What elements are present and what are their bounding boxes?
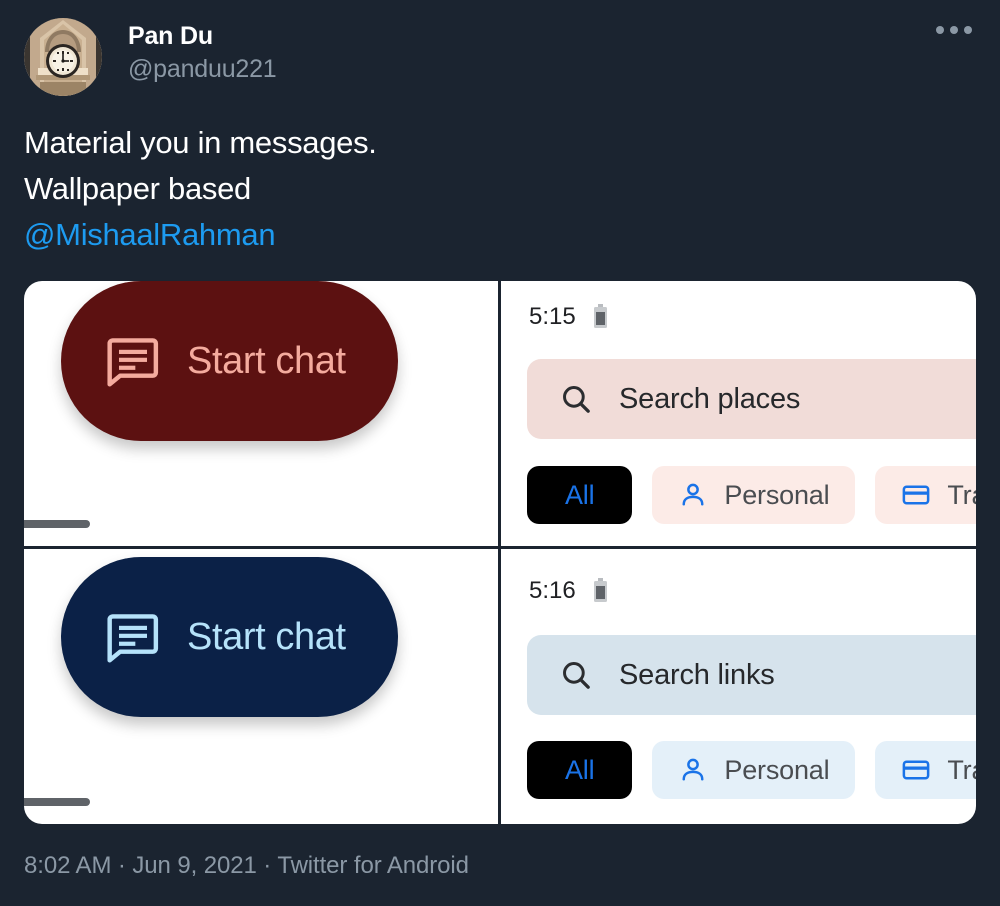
chip-personal[interactable]: Personal	[652, 741, 856, 799]
start-chat-label: Start chat	[187, 615, 346, 658]
start-chat-label: Start chat	[187, 339, 346, 382]
person-icon	[682, 758, 704, 781]
separator: ·	[256, 852, 278, 879]
filter-chip-row: All Personal Transac	[527, 741, 976, 799]
avatar[interactable]	[24, 18, 102, 96]
tweet-date: Jun 9, 2021	[132, 852, 257, 879]
chip-label: All	[565, 479, 595, 510]
battery-icon	[593, 578, 607, 602]
tweet-media-card[interactable]: Start chat 5:15 Search places All Person…	[24, 281, 976, 824]
credit-card-icon	[902, 485, 930, 505]
search-input-links[interactable]: Search links	[527, 635, 976, 715]
start-chat-button-red[interactable]: Start chat	[61, 281, 398, 441]
chip-label: Transac	[947, 754, 976, 785]
tweet-text-line: Material you in messages.	[24, 125, 377, 160]
chip-transactions[interactable]: Transacti	[875, 466, 976, 524]
chip-personal[interactable]: Personal	[652, 466, 856, 524]
tweet-footer: 8:02 AM · Jun 9, 2021 · Twitter for Andr…	[24, 852, 469, 880]
credit-card-icon	[902, 760, 930, 780]
start-chat-button-blue[interactable]: Start chat	[61, 557, 398, 717]
mention-link[interactable]: @MishaalRahman	[24, 212, 976, 258]
author-handle[interactable]: @panduu221	[128, 52, 277, 86]
chip-label: Personal	[724, 479, 830, 510]
status-bar-clock: 5:16	[529, 577, 576, 604]
dot	[936, 26, 944, 34]
dot	[964, 26, 972, 34]
tweet-text-line: Wallpaper based	[24, 171, 251, 206]
chip-label: Personal	[724, 754, 830, 785]
person-icon	[682, 483, 704, 506]
author-display-name[interactable]: Pan Du	[128, 20, 277, 52]
separator: ·	[111, 852, 133, 879]
more-horizontal-icon[interactable]	[936, 26, 972, 34]
message-chat-icon	[107, 614, 159, 663]
search-icon	[563, 662, 590, 689]
message-chat-icon	[107, 338, 159, 387]
search-icon	[563, 386, 590, 413]
tweet-text: Material you in messages. Wallpaper base…	[0, 110, 1000, 258]
tweet-card: Pan Du @panduu221 Material you in messag…	[0, 0, 1000, 906]
pane-fab-blue: Start chat	[24, 549, 498, 824]
media-quadrant-grid: Start chat 5:15 Search places All Person…	[24, 281, 976, 824]
author-identity: Pan Du @panduu221	[128, 18, 277, 86]
search-input-places[interactable]: Search places	[527, 359, 976, 439]
tweet-header: Pan Du @panduu221	[0, 0, 1000, 110]
status-bar: 5:16	[529, 577, 609, 605]
nav-bar-handle	[24, 520, 90, 528]
nav-bar-handle	[24, 798, 90, 806]
status-bar: 5:15	[529, 303, 609, 331]
search-placeholder: Search places	[619, 382, 801, 415]
chip-all[interactable]: All	[527, 741, 633, 799]
pane-phone-blue: 5:16 Search links All Personal Tr	[501, 549, 976, 824]
tweet-source[interactable]: Twitter for Android	[277, 852, 469, 879]
tweet-time: 8:02 AM	[24, 852, 112, 879]
pane-fab-red: Start chat	[24, 281, 498, 546]
filter-chip-row: All Personal Transac	[527, 466, 976, 524]
search-placeholder: Search links	[619, 658, 775, 691]
status-bar-clock: 5:15	[529, 303, 576, 330]
chip-label: Transacti	[947, 479, 976, 510]
clock-tower-avatar	[24, 18, 102, 96]
chip-label: All	[565, 754, 595, 785]
battery-icon	[593, 304, 607, 328]
chip-all[interactable]: All	[527, 466, 633, 524]
pane-phone-pink: 5:15 Search places All Personal Tr	[501, 281, 976, 546]
chip-transactions[interactable]: Transac	[875, 741, 976, 799]
dot	[950, 26, 958, 34]
